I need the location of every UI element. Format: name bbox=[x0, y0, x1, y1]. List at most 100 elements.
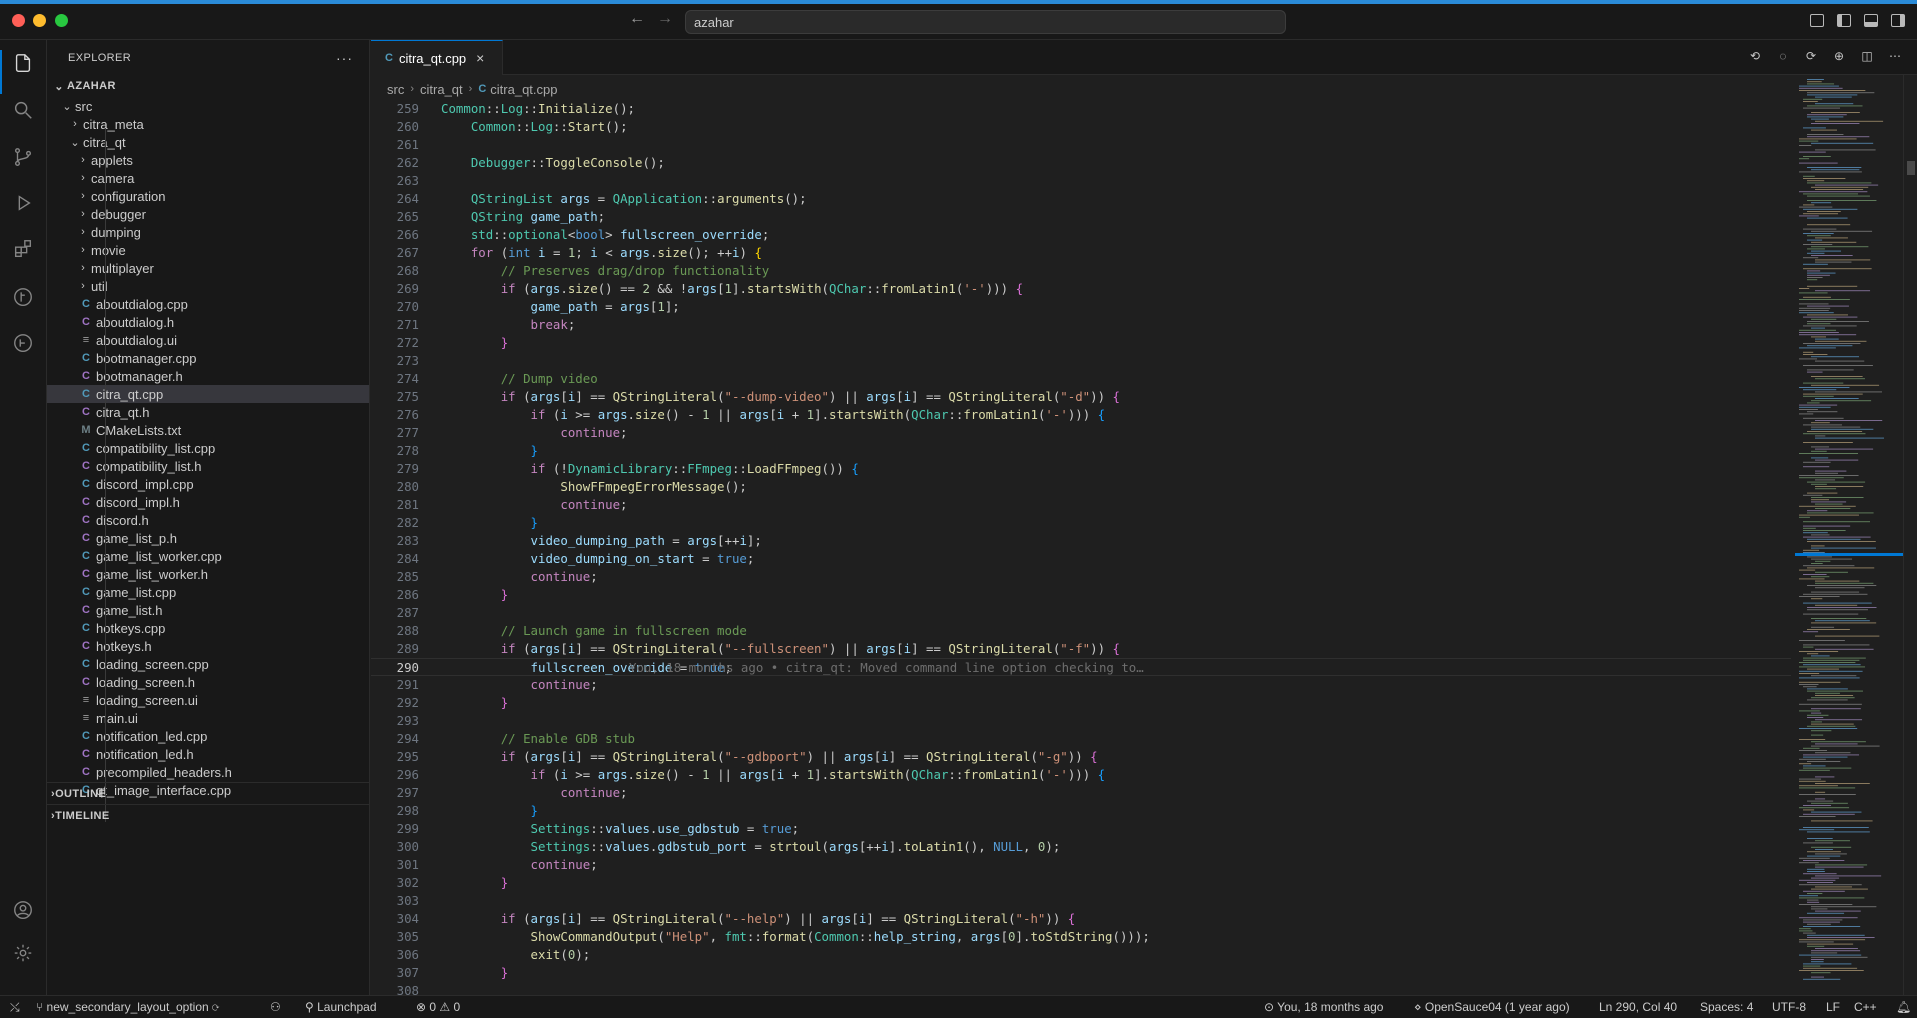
minimap-line bbox=[1803, 602, 1872, 604]
tree-file[interactable]: Cbootmanager.cpp bbox=[47, 349, 369, 367]
tree-file[interactable]: Cbootmanager.h bbox=[47, 367, 369, 385]
branch-indicator[interactable]: ⑂ new_secondary_layout_option ⟳ bbox=[36, 1000, 219, 1014]
commit-author[interactable]: ⋄ OpenSauce04 (1 year ago) bbox=[1414, 1000, 1570, 1014]
outline-section[interactable]: › OUTLINE bbox=[47, 782, 369, 804]
run-debug-icon[interactable] bbox=[10, 190, 36, 216]
problems-indicator[interactable]: ⊗ 0 ⚠ 0 bbox=[416, 1000, 460, 1014]
tree-folder[interactable]: › dumping bbox=[47, 223, 369, 241]
remote-explorer-icon[interactable] bbox=[10, 330, 36, 356]
tree-file[interactable]: Cgame_list.h bbox=[47, 601, 369, 619]
accounts-icon[interactable] bbox=[10, 897, 36, 923]
tree-item-label: game_list_p.h bbox=[96, 530, 177, 546]
more-actions-icon[interactable]: ··· bbox=[336, 50, 353, 66]
sync-icon[interactable]: ⚇ bbox=[270, 1000, 281, 1014]
timeline-section[interactable]: › TIMELINE bbox=[47, 804, 369, 826]
tree-file[interactable]: Ccitra_qt.cpp bbox=[47, 385, 369, 403]
maximize-window-button[interactable] bbox=[55, 14, 68, 27]
minimap-line bbox=[1815, 620, 1870, 622]
tree-file[interactable]: Cloading_screen.cpp bbox=[47, 655, 369, 673]
tree-folder[interactable]: › citra_meta bbox=[47, 115, 369, 133]
tree-file[interactable]: Chotkeys.h bbox=[47, 637, 369, 655]
minimap-line bbox=[1803, 527, 1816, 529]
split-editor-icon[interactable]: ◫ bbox=[1859, 48, 1875, 64]
minimap-line bbox=[1815, 582, 1874, 584]
launchpad-button[interactable]: ⚲ Launchpad bbox=[305, 1000, 377, 1014]
source-control-icon[interactable] bbox=[10, 144, 36, 170]
tree-folder[interactable]: › debugger bbox=[47, 205, 369, 223]
tree-file[interactable]: Cloading_screen.h bbox=[47, 673, 369, 691]
search-icon[interactable] bbox=[10, 97, 36, 123]
extensions-icon[interactable] bbox=[10, 236, 36, 262]
close-window-button[interactable] bbox=[12, 14, 25, 27]
code-editor[interactable]: 259 Common::Log::Initialize(); 260 Common:… bbox=[371, 100, 1791, 995]
line-ending[interactable]: LF bbox=[1826, 1000, 1840, 1014]
tree-file[interactable]: M CMakeLists.txt bbox=[47, 421, 369, 439]
tree-file[interactable]: Caboutdialog.cpp bbox=[47, 295, 369, 313]
tree-file[interactable]: Cnotification_led.cpp bbox=[47, 727, 369, 745]
tree-file[interactable]: Cdiscord_impl.h bbox=[47, 493, 369, 511]
manage-gear-icon[interactable] bbox=[10, 940, 36, 966]
tree-folder[interactable]: › applets bbox=[47, 151, 369, 169]
forward-arrow-icon[interactable]: → bbox=[657, 10, 673, 28]
scrollbar-thumb[interactable] bbox=[1907, 161, 1915, 175]
tree-folder[interactable]: › multiplayer bbox=[47, 259, 369, 277]
breadcrumb-item[interactable]: citra_qt.cpp bbox=[490, 82, 557, 97]
toggle-secondary-sidebar-icon[interactable] bbox=[1891, 14, 1905, 27]
command-center-search[interactable]: azahar bbox=[685, 10, 1286, 34]
breadcrumb-item[interactable]: citra_qt bbox=[420, 82, 463, 97]
tree-file[interactable]: Ccompatibility_list.h bbox=[47, 457, 369, 475]
tree-file[interactable]: Cdiscord_impl.cpp bbox=[47, 475, 369, 493]
tree-file[interactable]: Cprecompiled_headers.h bbox=[47, 763, 369, 781]
toggle-panel-icon[interactable] bbox=[1864, 14, 1878, 27]
tree-folder[interactable]: › configuration bbox=[47, 187, 369, 205]
blame-status[interactable]: ⊙ You, 18 months ago bbox=[1264, 1000, 1383, 1014]
close-icon[interactable]: × bbox=[476, 50, 484, 66]
customize-layout-icon[interactable] bbox=[1810, 14, 1824, 27]
encoding[interactable]: UTF-8 bbox=[1772, 1000, 1806, 1014]
minimap-line bbox=[1811, 906, 1877, 908]
more-actions-icon[interactable]: ⋯ bbox=[1887, 48, 1903, 64]
git-graph-icon[interactable] bbox=[10, 284, 36, 310]
tree-file[interactable]: Cgame_list.cpp bbox=[47, 583, 369, 601]
inline-blame[interactable]: You, 18 months ago • citra_qt: Moved com… bbox=[629, 659, 1144, 677]
remote-indicator-icon[interactable]: ⤯ bbox=[10, 1000, 20, 1015]
tree-file[interactable]: Cdiscord.h bbox=[47, 511, 369, 529]
tree-file[interactable]: Ccitra_qt.h bbox=[47, 403, 369, 421]
tree-file[interactable]: ≡ loading_screen.ui bbox=[47, 691, 369, 709]
minimap-line bbox=[1811, 457, 1829, 459]
tree-folder[interactable]: › util bbox=[47, 277, 369, 295]
minimap-line bbox=[1807, 134, 1844, 135]
explorer-icon[interactable] bbox=[10, 50, 36, 76]
tree-folder[interactable]: › movie bbox=[47, 241, 369, 259]
minimize-window-button[interactable] bbox=[33, 14, 46, 27]
tree-file[interactable]: Cgame_list_worker.cpp bbox=[47, 547, 369, 565]
tree-file[interactable]: Cgame_list_worker.h bbox=[47, 565, 369, 583]
tree-file[interactable]: Cnotification_led.h bbox=[47, 745, 369, 763]
tree-file[interactable]: Caboutdialog.h bbox=[47, 313, 369, 331]
notifications-bell-icon[interactable]: 🔔︎ bbox=[1896, 1000, 1911, 1014]
breadcrumb-item[interactable]: src bbox=[387, 82, 404, 97]
tree-folder[interactable]: ⌄citra_qt bbox=[47, 133, 369, 151]
minimap[interactable] bbox=[1795, 75, 1903, 995]
toggle-primary-sidebar-icon[interactable] bbox=[1837, 14, 1851, 27]
tab-citra-qt-cpp[interactable]: C citra_qt.cpp × bbox=[371, 40, 503, 75]
tree-file[interactable]: Chotkeys.cpp bbox=[47, 619, 369, 637]
language-mode[interactable]: C++ bbox=[1854, 1000, 1877, 1014]
back-arrow-icon[interactable]: ← bbox=[629, 10, 645, 28]
tree-file[interactable]: ≡ aboutdialog.ui bbox=[47, 331, 369, 349]
cursor-position[interactable]: Ln 290, Col 40 bbox=[1599, 1000, 1677, 1014]
go-forward-icon[interactable]: ⟳ bbox=[1803, 48, 1819, 64]
timeline-icon[interactable]: ◌ bbox=[1775, 48, 1791, 64]
workspace-root[interactable]: ⌄ AZAHAR bbox=[47, 75, 369, 97]
tree-folder[interactable]: › camera bbox=[47, 169, 369, 187]
tree-file[interactable]: Ccompatibility_list.cpp bbox=[47, 439, 369, 457]
go-back-icon[interactable]: ⟲ bbox=[1747, 48, 1763, 64]
tree-folder[interactable]: ⌄ src bbox=[47, 97, 369, 115]
vertical-scrollbar[interactable] bbox=[1903, 75, 1917, 995]
tree-item-label: aboutdialog.h bbox=[96, 314, 175, 330]
indentation[interactable]: Spaces: 4 bbox=[1700, 1000, 1753, 1014]
code-text: } bbox=[500, 695, 509, 710]
tree-file[interactable]: Cgame_list_p.h bbox=[47, 529, 369, 547]
open-changes-icon[interactable]: ⊕ bbox=[1831, 48, 1847, 64]
tree-file[interactable]: ≡ main.ui bbox=[47, 709, 369, 727]
